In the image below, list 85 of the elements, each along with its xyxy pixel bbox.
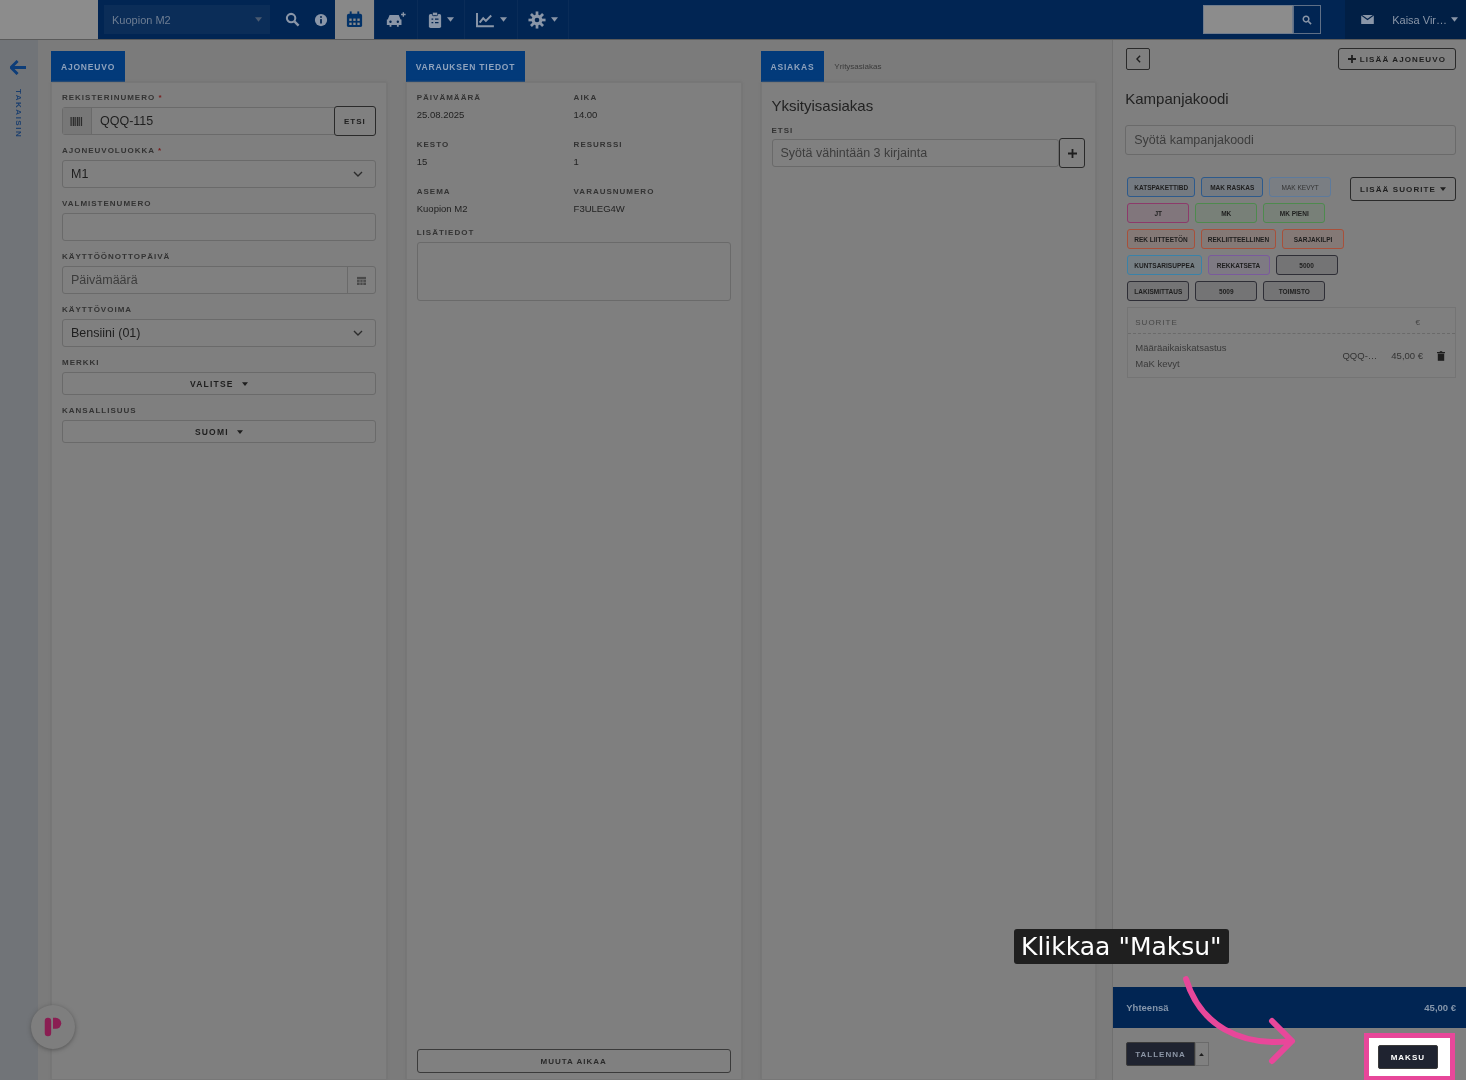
service-name: Määräaikaiskatsastus <box>1135 342 1228 353</box>
info-value: Kuopion M2 <box>416 203 469 214</box>
add-customer-button[interactable] <box>1059 138 1086 168</box>
info-value: F3ULEG4W <box>573 203 626 214</box>
search-field[interactable] <box>1203 5 1294 34</box>
select-field[interactable]: Bensiini (01) <box>61 319 376 347</box>
dropdown-button[interactable]: SUOMI <box>61 420 376 443</box>
dropdown-button[interactable]: VALITSE <box>61 372 376 395</box>
registration-field[interactable]: QQQ-115 ETSI <box>61 107 376 135</box>
calendar-icon <box>356 275 366 285</box>
info-label: PÄIVÄMÄÄRÄ <box>416 93 482 102</box>
car-icon <box>385 11 407 28</box>
panel-tab[interactable]: VARAUKSEN TIEDOT <box>405 51 526 82</box>
column-header: € <box>1415 318 1421 327</box>
caret-icon <box>1440 187 1446 191</box>
field-label: REKISTERINUMERO * <box>61 93 164 102</box>
info-value: 15 <box>416 156 429 167</box>
field-label: LISÄTIEDOT <box>416 228 476 237</box>
calendar-icon <box>345 10 364 29</box>
caret-up-icon <box>1199 1052 1205 1056</box>
add-service-button[interactable]: LISÄÄ SUORITE <box>1349 177 1456 201</box>
plus-icon <box>1067 148 1077 158</box>
customer-search-field[interactable]: Syötä vähintään 3 kirjainta <box>771 139 1060 167</box>
caret-icon <box>241 381 248 386</box>
table-cell: QQQ-… <box>1342 350 1378 361</box>
section-heading: Yksityisasiakas <box>771 97 875 114</box>
calendar-nav-button[interactable] <box>335 0 375 39</box>
campaign-code-field[interactable]: Syötä kampanjakoodi <box>1125 125 1456 155</box>
panel-tab[interactable]: Yritysasiakas <box>824 51 892 82</box>
caret-icon <box>551 17 558 22</box>
save-button[interactable]: TALLENNA <box>1126 1042 1195 1066</box>
total-amount: 45,00 € <box>1424 1002 1456 1013</box>
search-button[interactable]: ETSI <box>333 106 376 136</box>
logo-icon <box>43 1016 63 1038</box>
back-arrow-icon[interactable] <box>10 60 28 75</box>
caret-icon <box>255 17 262 22</box>
user-menu[interactable]: Kaisa Vir… <box>1392 13 1458 26</box>
info-value: 1 <box>573 156 580 167</box>
change-time-button[interactable]: MUUTA AIKAA <box>416 1049 731 1073</box>
info-value: 14.00 <box>573 109 599 120</box>
info-label: KESTO <box>416 140 451 149</box>
field-label: VALMISTENUMERO <box>61 199 153 208</box>
delete-icon[interactable] <box>1437 350 1445 361</box>
barcode-icon <box>70 116 84 126</box>
info-label: AIKA <box>573 93 599 102</box>
caret-icon <box>236 429 243 434</box>
caret-icon <box>1451 17 1458 22</box>
search-icon <box>1302 14 1313 25</box>
plus-icon <box>1347 55 1356 63</box>
field-label: KANSALLISUUS <box>61 406 138 415</box>
back-link[interactable]: TAKAISIN <box>14 89 24 139</box>
info-label: RESURSSI <box>573 140 624 149</box>
chevron-down-icon <box>352 171 363 177</box>
total-label: Yhteensä <box>1126 1002 1169 1013</box>
settings-icon <box>528 10 546 29</box>
info-label: ASEMA <box>416 187 452 196</box>
caret-icon <box>500 17 507 22</box>
info-icon <box>314 12 328 27</box>
panel-tab[interactable]: ASIAKAS <box>760 51 825 82</box>
mail-icon[interactable] <box>1361 15 1375 24</box>
station-select[interactable]: Kuopion M2 <box>104 5 270 34</box>
chevron-down-icon <box>352 330 363 336</box>
service-subtitle: MaK kevyt <box>1135 358 1181 369</box>
field-label: KÄYTTÖÖNOTTOPÄIVÄ <box>61 252 172 261</box>
field-label: AJONEUVOLUOKKA * <box>61 146 164 155</box>
tooltip-callout: Klikkaa "Maksu" <box>1014 929 1229 964</box>
table-cell: 45,00 € <box>1391 350 1423 361</box>
info-value: 25.08.2025 <box>416 109 466 120</box>
field-label: KÄYTTÖVOIMA <box>61 305 134 314</box>
pay-button[interactable]: MAKSU <box>1377 1045 1438 1069</box>
caret-icon <box>447 17 454 22</box>
chevron-left-icon <box>1135 55 1141 63</box>
search-icon <box>285 12 300 27</box>
section-heading: Kampanjakoodi <box>1125 90 1230 107</box>
date-field[interactable]: Päivämäärä <box>61 266 376 294</box>
select-field[interactable]: M1 <box>61 160 376 188</box>
back-button[interactable] <box>1126 48 1151 70</box>
field-label: MERKKI <box>61 358 101 367</box>
info-label: VARAUSNUMERO <box>573 187 656 196</box>
panel-tab[interactable]: AJONEUVO <box>50 51 126 82</box>
clipboard-icon <box>428 10 442 29</box>
search-button[interactable] <box>1293 5 1322 34</box>
field-label: ETSI <box>771 126 795 135</box>
chart-icon <box>475 11 495 28</box>
add-vehicle-button[interactable]: LISÄÄ AJONEUVO <box>1337 48 1456 70</box>
